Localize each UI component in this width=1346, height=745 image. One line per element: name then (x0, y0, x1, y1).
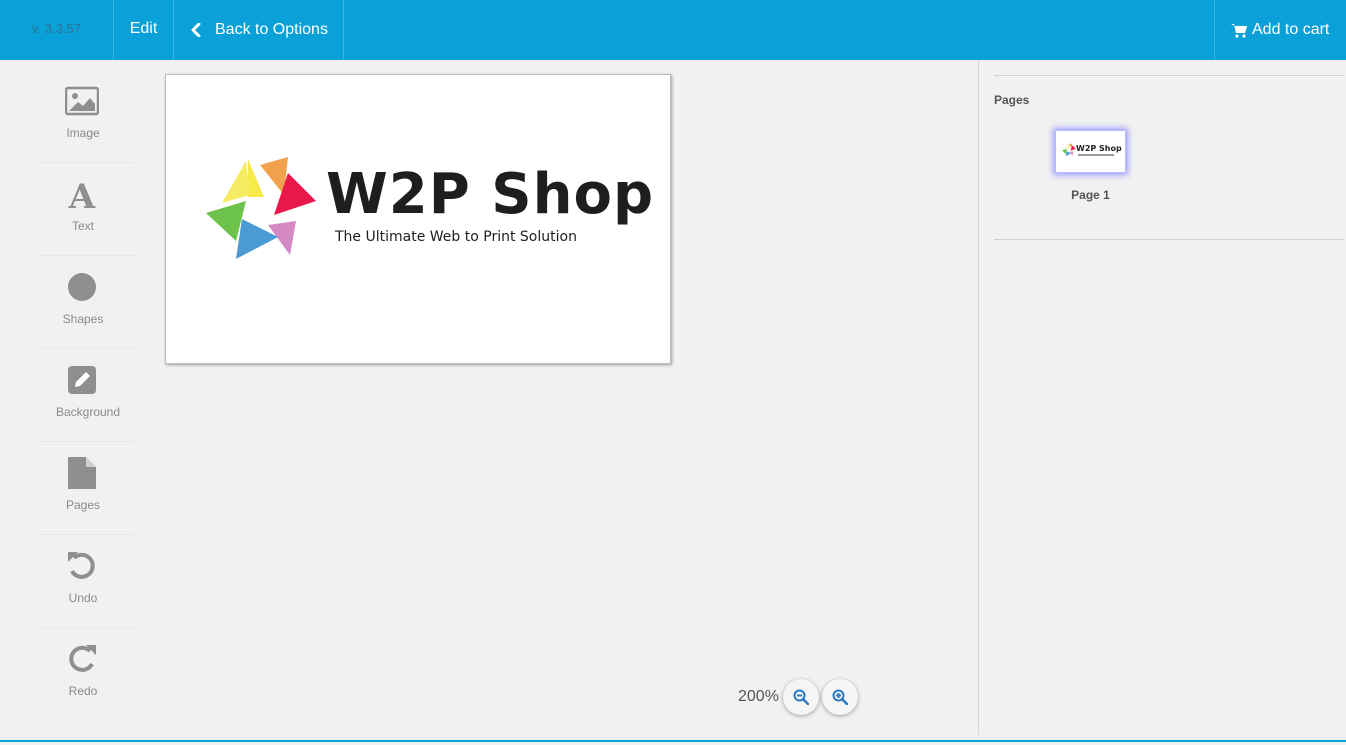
tool-text-label: Text (71, 219, 94, 233)
pencil-square-icon (68, 366, 96, 394)
page-icon (68, 457, 96, 489)
text-icon: A (68, 177, 96, 211)
chevron-left-icon (191, 23, 201, 37)
zoom-out-button[interactable] (783, 679, 819, 715)
thumbnail-logo-icon (1062, 143, 1076, 157)
logo-subtitle-text: The Ultimate Web to Print Solution (335, 229, 577, 245)
tool-pages-label: Pages (65, 498, 101, 512)
top-bar: v. 3.3.57 Edit Back to Options Add to ca… (0, 0, 1346, 60)
tools-sidebar: Image A Text Shapes Background Pages Und… (38, 70, 134, 721)
add-to-cart-label: Add to cart (1252, 21, 1330, 38)
tool-redo[interactable]: Redo (38, 628, 134, 721)
back-to-options-label: Back to Options (215, 21, 328, 38)
version-label: v. 3.3.57 (0, 0, 114, 60)
tool-background[interactable]: Background (38, 349, 134, 442)
tool-image[interactable]: Image (38, 70, 134, 163)
page-thumbnail-label: Page 1 (1071, 188, 1110, 202)
tool-shapes[interactable]: Shapes (38, 256, 134, 349)
pages-panel-top-divider (994, 75, 1344, 76)
tool-shapes-label: Shapes (62, 312, 104, 326)
shopping-cart-icon (1231, 23, 1247, 38)
w2p-logo-star-icon (206, 157, 316, 259)
right-panel-divider (978, 60, 979, 735)
tool-undo[interactable]: Undo (38, 535, 134, 628)
image-icon (65, 86, 99, 116)
thumbnail-subtitle-line (1078, 154, 1114, 156)
circle-shape-icon (68, 273, 96, 301)
redo-icon (69, 645, 96, 672)
undo-icon (68, 552, 95, 579)
tool-pages[interactable]: Pages (38, 442, 134, 535)
tool-redo-label: Redo (68, 684, 98, 698)
bottom-accent-bar (0, 740, 1346, 742)
design-canvas-page[interactable]: W2P Shop The Ultimate Web to Print Solut… (165, 74, 671, 364)
pages-panel-bottom-divider (994, 239, 1344, 240)
add-to-cart-button[interactable]: Add to cart (1214, 0, 1346, 60)
zoom-out-icon (793, 689, 809, 705)
logo-title-text: W2P Shop (326, 162, 655, 227)
tool-background-label: Background (55, 405, 121, 419)
thumbnail-logo-text: W2P Shop (1076, 144, 1122, 153)
tool-image-label: Image (66, 126, 100, 140)
zoom-level: 200% (738, 688, 779, 705)
tool-text[interactable]: A Text (38, 163, 134, 256)
edit-button[interactable]: Edit (114, 0, 174, 60)
back-to-options-button[interactable]: Back to Options (174, 0, 344, 60)
pages-panel-title: Pages (994, 93, 1030, 107)
svg-text:A: A (68, 177, 96, 211)
zoom-in-icon (832, 689, 848, 705)
zoom-in-button[interactable] (822, 679, 858, 715)
tool-undo-label: Undo (68, 591, 98, 605)
page-thumbnail[interactable]: W2P Shop (1055, 130, 1126, 173)
